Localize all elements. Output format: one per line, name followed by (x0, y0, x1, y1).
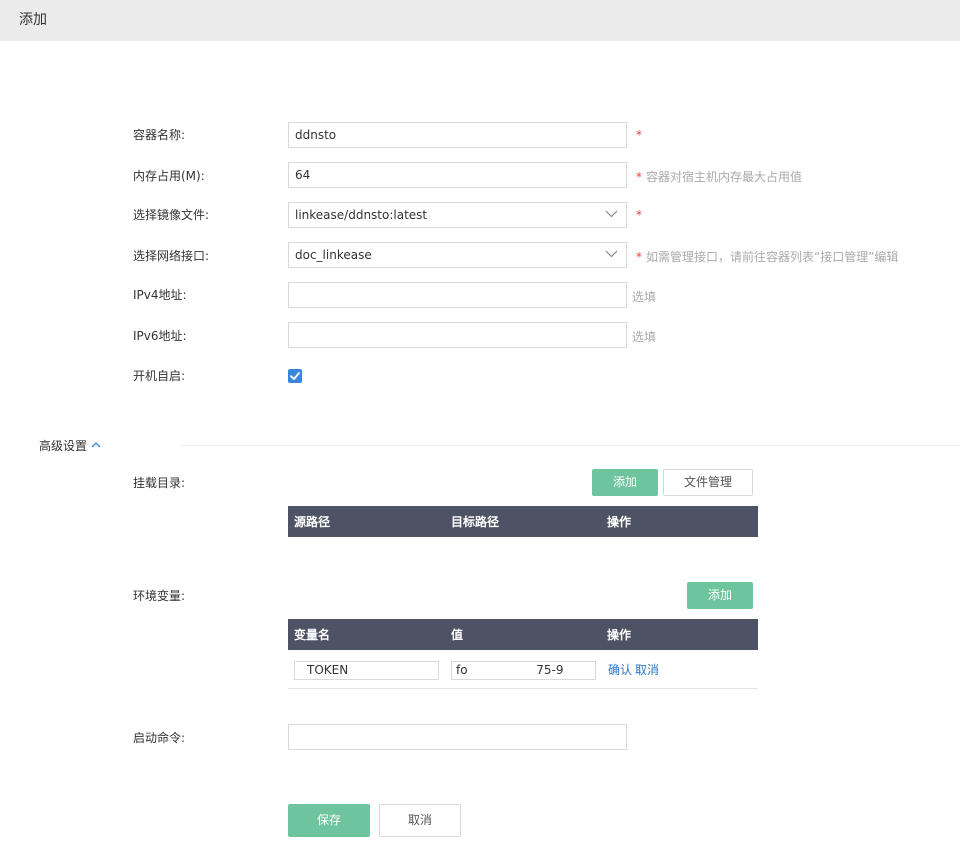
autostart-label: 开机自启: (133, 369, 186, 383)
advanced-divider (180, 445, 960, 446)
env-value-input[interactable]: fo 75-9 (451, 661, 596, 680)
page-title: 添加 (0, 0, 960, 41)
image-select-value: linkease/ddnsto:latest (295, 208, 428, 222)
env-confirm-link[interactable]: 确认 (608, 662, 632, 678)
save-button[interactable]: 保存 (288, 804, 370, 837)
command-label: 启动命令: (133, 731, 186, 745)
env-col-value: 值 (451, 628, 464, 642)
network-select-value: doc_linkease (295, 248, 372, 262)
command-input[interactable] (288, 724, 627, 750)
chevron-down-icon (605, 210, 618, 218)
mounts-col-source: 源路径 (294, 515, 331, 529)
file-manager-button[interactable]: 文件管理 (663, 469, 753, 496)
checkmark-icon (290, 372, 300, 380)
container-name-required: * (636, 128, 642, 142)
memory-required: * (636, 170, 642, 184)
chevron-down-icon (605, 250, 618, 258)
ipv4-label: IPv4地址: (133, 288, 187, 302)
ipv6-input[interactable] (288, 322, 627, 348)
env-add-button[interactable]: 添加 (687, 582, 753, 609)
memory-input[interactable] (288, 162, 627, 188)
image-required: * (636, 208, 642, 222)
memory-hint-row: * 容器对宿主机内存最大占用值 (636, 169, 802, 185)
network-label: 选择网络接口: (133, 249, 210, 263)
image-select[interactable]: linkease/ddnsto:latest (288, 202, 627, 228)
mounts-table-header: 源路径 目标路径 操作 (288, 506, 758, 537)
container-name-label: 容器名称: (133, 128, 186, 142)
ipv4-optional: 选填 (632, 290, 657, 304)
network-hint-row: * 如需管理接口，请前往容器列表“接口管理”编辑 (636, 249, 898, 265)
ipv6-label: IPv6地址: (133, 329, 187, 343)
cancel-button[interactable]: 取消 (379, 804, 461, 837)
network-select[interactable]: doc_linkease (288, 242, 627, 268)
env-col-name: 变量名 (294, 628, 331, 642)
env-row-divider (288, 688, 758, 689)
mounts-col-target: 目标路径 (451, 515, 500, 529)
advanced-settings-toggle[interactable]: 高级设置 (39, 438, 87, 454)
autostart-checkbox[interactable] (288, 369, 302, 383)
env-label: 环境变量: (133, 589, 186, 603)
env-name-input[interactable]: TOKEN (294, 661, 439, 680)
memory-label: 内存占用(M): (133, 169, 205, 183)
ipv4-input[interactable] (288, 282, 627, 308)
memory-hint: 容器对宿主机内存最大占用值 (646, 170, 803, 184)
network-required: * (636, 250, 642, 264)
chevron-up-icon[interactable] (91, 441, 101, 448)
image-label: 选择镜像文件: (133, 208, 210, 222)
mounts-col-actions: 操作 (607, 515, 632, 529)
mounts-label: 挂载目录: (133, 476, 186, 490)
env-cancel-link[interactable]: 取消 (635, 662, 659, 678)
mounts-add-button[interactable]: 添加 (592, 469, 658, 496)
env-col-actions: 操作 (607, 628, 632, 642)
network-hint: 如需管理接口，请前往容器列表“接口管理”编辑 (646, 250, 899, 264)
ipv6-optional: 选填 (632, 330, 657, 344)
container-name-input[interactable] (288, 122, 627, 148)
env-table-header: 变量名 值 操作 (288, 619, 758, 650)
